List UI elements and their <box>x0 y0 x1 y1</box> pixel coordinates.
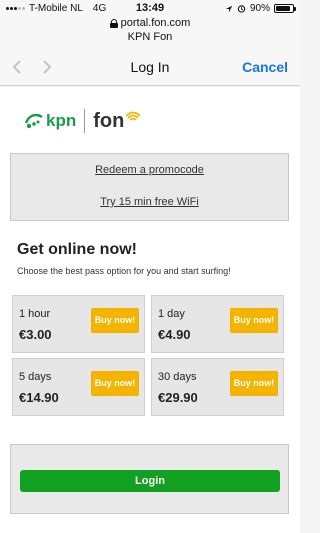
pass-card-1-hour: 1 hour €3.00 Buy now! <box>12 295 145 353</box>
url-line: portal.fon.com <box>0 17 300 29</box>
battery-fill <box>276 6 290 11</box>
wifi-signal-icon <box>126 111 141 121</box>
buy-now-button[interactable]: Buy now! <box>91 308 139 333</box>
pass-card-5-days: 5 days €14.90 Buy now! <box>12 358 145 416</box>
headline: Get online now! <box>17 241 137 258</box>
pass-duration: 5 days <box>19 371 52 383</box>
pass-duration: 30 days <box>158 371 197 383</box>
alarm-icon <box>237 5 246 13</box>
status-bar: T-Mobile NL 4G 13:49 90% <box>0 0 300 16</box>
battery-icon <box>274 4 296 13</box>
promo-box: Redeem a promocode Try 15 min free WiFi <box>10 153 289 221</box>
buy-now-button[interactable]: Buy now! <box>230 371 278 396</box>
buy-now-button[interactable]: Buy now! <box>91 371 139 396</box>
browser-url-header: portal.fon.com KPN Fon <box>0 16 300 48</box>
pass-duration: 1 hour <box>19 308 51 320</box>
subheadline: Choose the best pass option for you and … <box>17 266 231 276</box>
battery-percent: 90% <box>249 3 270 14</box>
kpn-crown-icon <box>24 113 43 129</box>
cancel-button[interactable]: Cancel <box>242 59 288 75</box>
free-wifi-trial-link[interactable]: Try 15 min free WiFi <box>11 196 288 208</box>
kpn-wordmark: kpn <box>46 111 77 130</box>
pass-duration: 1 day <box>158 308 185 320</box>
pass-card-30-days: 30 days €29.90 Buy now! <box>151 358 284 416</box>
login-box: Login <box>10 444 289 514</box>
logo-divider <box>84 109 86 133</box>
pass-card-1-day: 1 day €4.90 Buy now! <box>151 295 284 353</box>
pass-price: €14.90 <box>19 390 59 405</box>
pass-price: €3.00 <box>19 327 52 342</box>
buy-now-button[interactable]: Buy now! <box>230 308 278 333</box>
pass-price: €29.90 <box>158 390 198 405</box>
login-button[interactable]: Login <box>20 470 280 492</box>
site-name: KPN Fon <box>127 31 173 43</box>
lock-icon <box>109 18 118 28</box>
redeem-promocode-link[interactable]: Redeem a promocode <box>11 164 288 176</box>
nav-bar: Log In Cancel <box>0 48 300 86</box>
pass-price: €4.90 <box>158 327 191 342</box>
fon-wordmark: fon <box>93 109 125 132</box>
main-content: kpn fon Redeem a promocode Try 15 min fr… <box>0 87 300 533</box>
location-arrow-icon <box>225 5 233 12</box>
url-text: portal.fon.com <box>120 17 191 29</box>
status-right: 90% <box>225 3 296 14</box>
kpn-fon-logo: kpn fon <box>24 107 141 135</box>
